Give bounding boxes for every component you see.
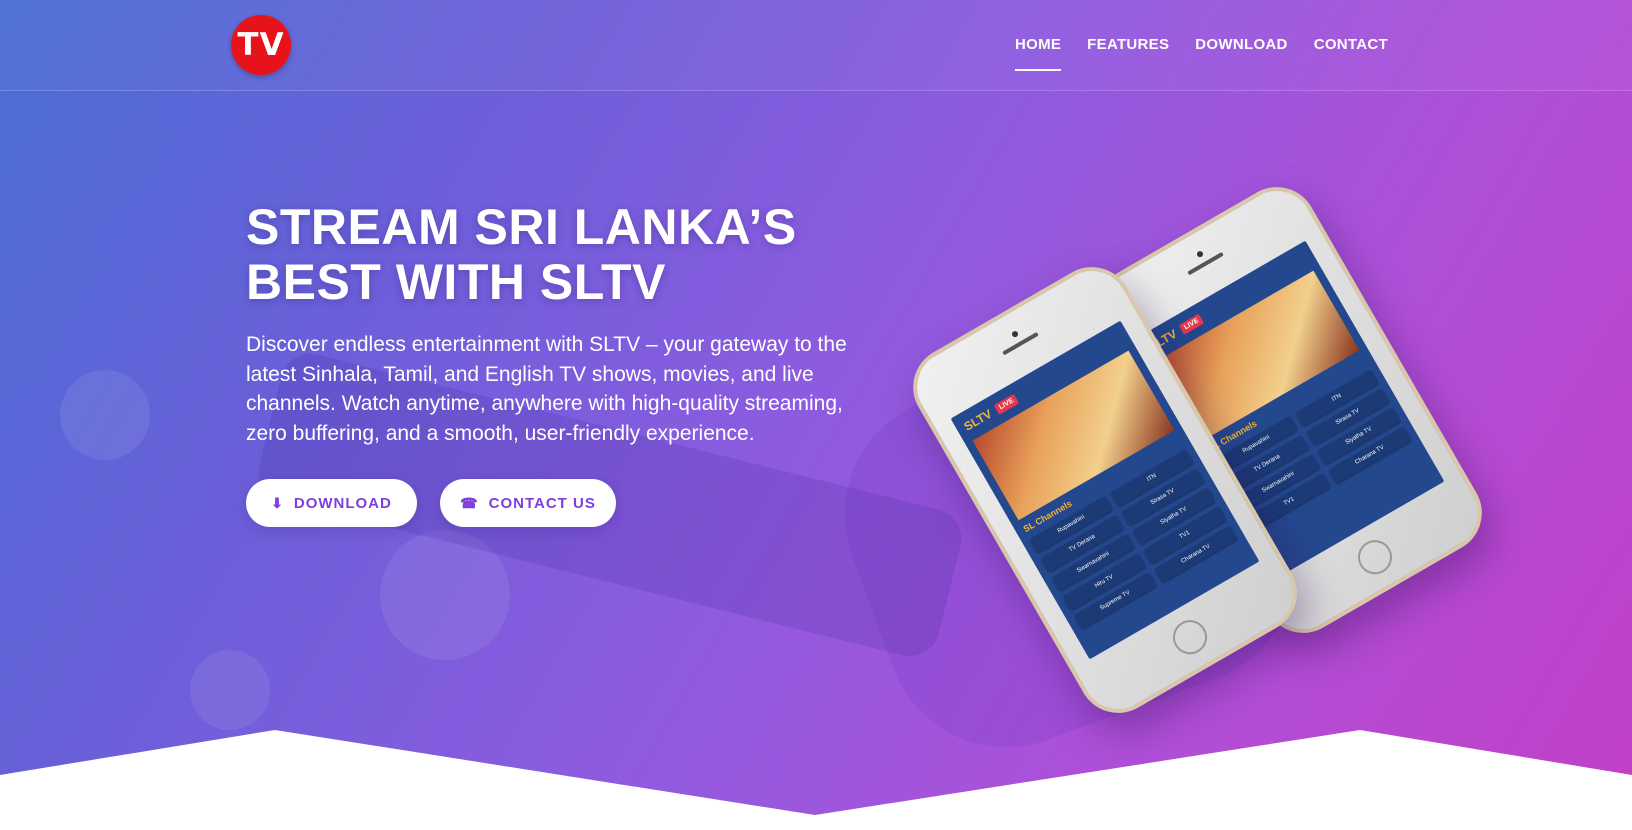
headline-line-2: BEST WITH SLTV [246, 254, 666, 310]
hero-headline: STREAM SRI LANKA’S BEST WITH SLTV [246, 200, 886, 310]
nav-features[interactable]: FEATURES [1087, 36, 1169, 71]
main-nav: HOME FEATURES DOWNLOAD CONTACT [1014, 36, 1388, 71]
brand-logo[interactable]: TV [231, 15, 291, 75]
hero-lead-text: Discover endless entertainment with SLTV… [246, 333, 847, 445]
contact-us-button[interactable]: ☎ CONTACT US [440, 479, 616, 527]
phone-home-button [1166, 614, 1214, 661]
bokeh-light [60, 370, 150, 460]
phone-camera [1195, 250, 1205, 259]
section-divider-wave [0, 730, 1632, 830]
nav-home[interactable]: HOME [1014, 36, 1062, 71]
hero-section: TV HOME FEATURES DOWNLOAD CONTACT STREAM… [0, 0, 1632, 830]
live-badge: LIVE [1178, 313, 1205, 335]
phone-home-button [1351, 534, 1399, 581]
headline-line-1: STREAM SRI LANKA’S [246, 199, 797, 255]
bokeh-light [190, 650, 270, 730]
phone-speaker [1002, 331, 1039, 356]
download-button[interactable]: ⬇ DOWNLOAD [246, 479, 417, 527]
nav-download[interactable]: DOWNLOAD [1195, 36, 1287, 71]
live-badge: LIVE [993, 393, 1020, 415]
contact-button-label: CONTACT US [488, 494, 596, 512]
top-navbar: TV HOME FEATURES DOWNLOAD CONTACT [0, 0, 1632, 91]
phone-icon: ☎ [460, 494, 479, 511]
download-icon: ⬇ [271, 494, 284, 511]
phone-camera [1010, 330, 1020, 339]
nav-contact[interactable]: CONTACT [1314, 36, 1388, 71]
phone-speaker [1187, 251, 1224, 276]
download-button-label: DOWNLOAD [293, 494, 392, 512]
